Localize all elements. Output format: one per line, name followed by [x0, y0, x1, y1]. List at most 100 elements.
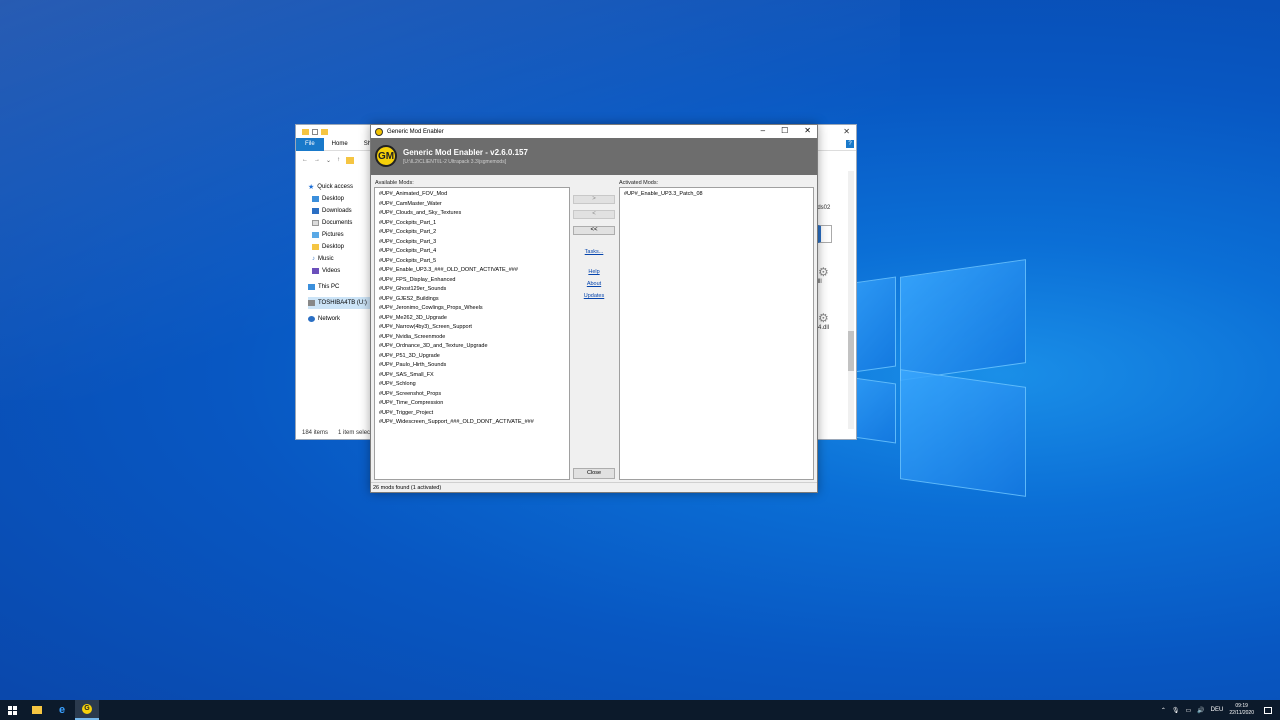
- notifications-button[interactable]: [1256, 700, 1280, 720]
- file-label[interactable]: n: [814, 247, 844, 253]
- available-mods-label: Available Mods:: [375, 180, 414, 186]
- chevron-down-icon[interactable]: ⌄: [326, 157, 331, 164]
- taskbar-edge[interactable]: e: [50, 700, 74, 720]
- minimize-icon[interactable]: –: [761, 126, 765, 135]
- list-item[interactable]: #UP#_Ghost129er_Sounds: [379, 285, 565, 295]
- list-item[interactable]: #UP#_Ordnance_3D_and_Texture_Upgrade: [379, 342, 565, 352]
- available-mods-list[interactable]: #UP#_Animated_FOV_Mod #UP#_CamMaster_Wate…: [374, 187, 570, 480]
- list-item[interactable]: #UP#_Cockpits_Part_4: [379, 247, 565, 257]
- volume-icon[interactable]: 🔊: [1197, 707, 1204, 714]
- list-item[interactable]: #UP#_Enable_UP3.3_Patch_08: [624, 190, 809, 200]
- nav-downloads[interactable]: Downloads: [312, 205, 372, 217]
- list-item[interactable]: #UP#_Cockpits_Part_5: [379, 257, 565, 267]
- vertical-scrollbar[interactable]: [848, 171, 854, 429]
- list-item[interactable]: #UP#_Cockpits_Part_3: [379, 238, 565, 248]
- list-item[interactable]: #UP#_Nvidia_Screenmode: [379, 333, 565, 343]
- download-icon: [312, 208, 319, 214]
- forward-icon[interactable]: →: [314, 157, 320, 163]
- activate-button[interactable]: >: [573, 195, 615, 204]
- back-icon[interactable]: ←: [302, 157, 308, 163]
- list-item[interactable]: #UP#_FPS_Display_Enhanced: [379, 276, 565, 286]
- generic-mod-enabler-window[interactable]: Generic Mod Enabler – ☐ ✕ GM Generic Mod…: [370, 124, 818, 493]
- deactivate-all-button[interactable]: <<: [573, 226, 615, 235]
- window-controls: – ☐ ✕: [761, 126, 811, 135]
- file-icon[interactable]: [818, 225, 832, 243]
- system-tray: ⌃ 🎙 ▭ 🔊 DEU 09:19 22/11/2020: [1161, 703, 1254, 717]
- nav-this-pc[interactable]: This PC: [308, 281, 372, 293]
- drive-icon: [308, 300, 315, 306]
- list-item[interactable]: #UP#_CamMaster_Water: [379, 200, 565, 210]
- list-item[interactable]: #UP#_Me262_3D_Upgrade: [379, 314, 565, 324]
- nav-quick-access[interactable]: ★ Quick access: [308, 181, 372, 193]
- help-link[interactable]: Help: [573, 269, 615, 275]
- list-item[interactable]: #UP#_GJES2_Buildings: [379, 295, 565, 305]
- properties-icon[interactable]: [312, 128, 318, 135]
- close-button[interactable]: Close: [573, 468, 615, 479]
- help-icon[interactable]: ?: [846, 140, 854, 148]
- nav-label: Network: [318, 316, 341, 322]
- pc-icon: [308, 284, 315, 290]
- list-item[interactable]: #UP#_Jeronimo_Cowlings_Props_Wheels: [379, 304, 565, 314]
- chevron-up-icon[interactable]: ⌃: [1161, 707, 1166, 714]
- network-icon[interactable]: ▭: [1186, 707, 1192, 714]
- window-titlebar[interactable]: Generic Mod Enabler – ☐ ✕: [371, 125, 817, 138]
- tasks-link[interactable]: Tasks...: [573, 249, 615, 255]
- activated-mods-list[interactable]: #UP#_Enable_UP3.3_Patch_08: [619, 187, 814, 480]
- list-item[interactable]: #UP#_Screenshot_Props: [379, 390, 565, 400]
- videos-icon: [312, 268, 319, 274]
- close-icon[interactable]: ✕: [804, 126, 811, 135]
- keyboard-language[interactable]: DEU: [1211, 707, 1224, 713]
- maximize-icon[interactable]: ☐: [781, 126, 788, 135]
- tab-home[interactable]: Home: [324, 141, 356, 147]
- scrollbar-thumb[interactable]: [848, 331, 854, 371]
- nav-pictures[interactable]: Pictures: [312, 229, 372, 241]
- list-item[interactable]: #UP#_Enable_UP3.3_###_OLD_DONT_ACTIVATE_…: [379, 266, 565, 276]
- list-item[interactable]: #UP#_Cockpits_Part_1: [379, 219, 565, 229]
- mods-path: [U:\IL2\CLIENT\IL-2 Ultrapack 3.3\jsgmem…: [403, 159, 507, 165]
- documents-icon: [312, 220, 319, 226]
- file-label[interactable]: E4.dll: [814, 325, 844, 331]
- updates-link[interactable]: Updates: [573, 293, 615, 299]
- nav-network[interactable]: Network: [308, 313, 372, 325]
- wallpaper-logo-pane: [900, 369, 1026, 497]
- nav-drive[interactable]: TOSHIBA4TB (U:): [308, 297, 372, 309]
- close-icon[interactable]: ✕: [843, 127, 850, 136]
- about-link[interactable]: About: [573, 281, 615, 287]
- taskbar-file-explorer[interactable]: [25, 700, 49, 720]
- list-item[interactable]: #UP#_Animated_FOV_Mod: [379, 190, 565, 200]
- clock[interactable]: 09:19 22/11/2020: [1229, 703, 1254, 717]
- list-item[interactable]: #UP#_Widescreen_Support_###_OLD_DONT_ACT…: [379, 418, 565, 428]
- list-item[interactable]: #UP#_Narrow(4by3)_Screen_Support: [379, 323, 565, 333]
- deactivate-button[interactable]: <: [573, 210, 615, 219]
- file-label[interactable]: nds02: [814, 205, 844, 211]
- folder-icon: [312, 244, 319, 250]
- app-header: GM Generic Mod Enabler - v2.6.0.157 [U:\…: [371, 138, 817, 175]
- gear-icon[interactable]: ⚙: [818, 265, 844, 279]
- taskbar-generic-mod-enabler[interactable]: G: [75, 700, 99, 720]
- app-icon: [375, 127, 383, 136]
- nav-desktop[interactable]: Desktop: [312, 193, 372, 205]
- windows-icon: [7, 705, 17, 715]
- list-item[interactable]: #UP#_Trigger_Project: [379, 409, 565, 419]
- list-item[interactable]: #UP#_Clouds_and_Sky_Textures: [379, 209, 565, 219]
- list-item[interactable]: #UP#_Schlong: [379, 380, 565, 390]
- nav-desktop-folder[interactable]: Desktop: [312, 241, 372, 253]
- new-folder-icon[interactable]: [321, 128, 328, 135]
- nav-videos[interactable]: Videos: [312, 265, 372, 277]
- list-item[interactable]: #UP#_Paulo_Hirth_Sounds: [379, 361, 565, 371]
- explorer-status-bar: 184 items 1 item select: [302, 430, 372, 436]
- gear-icon[interactable]: ⚙: [818, 311, 844, 325]
- up-icon[interactable]: ↑: [337, 157, 340, 163]
- tab-file[interactable]: File: [296, 137, 324, 151]
- microphone-icon[interactable]: 🎙: [1172, 707, 1180, 714]
- nav-documents[interactable]: Documents: [312, 217, 372, 229]
- list-item[interactable]: #UP#_SAS_Small_FX: [379, 371, 565, 381]
- list-item[interactable]: #UP#_P51_3D_Upgrade: [379, 352, 565, 362]
- start-button[interactable]: [0, 700, 24, 720]
- gme-status-bar: 26 mods found (1 activated): [371, 482, 817, 492]
- list-item[interactable]: #UP#_Cockpits_Part_2: [379, 228, 565, 238]
- file-label[interactable]: .dll: [814, 279, 844, 285]
- nav-label: Music: [318, 256, 334, 262]
- nav-music[interactable]: ♪ Music: [312, 253, 372, 265]
- list-item[interactable]: #UP#_Time_Compression: [379, 399, 565, 409]
